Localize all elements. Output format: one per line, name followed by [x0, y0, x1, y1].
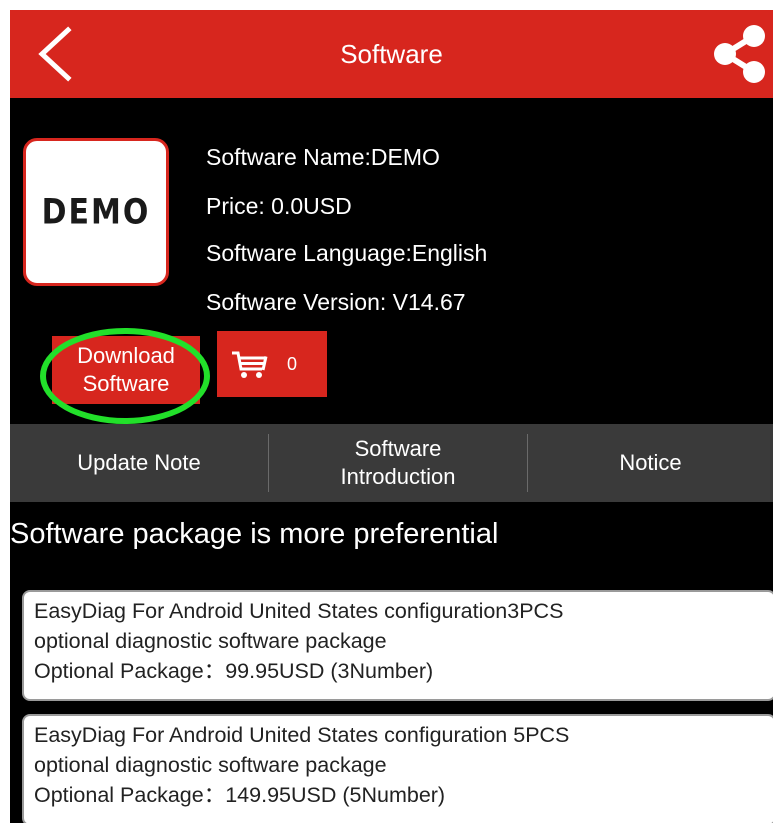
- tab-software-introduction[interactable]: Software Introduction: [269, 424, 527, 502]
- tab-update-note[interactable]: Update Note: [10, 424, 268, 502]
- software-name: Software Name:DEMO: [206, 144, 440, 170]
- back-button[interactable]: [32, 24, 80, 84]
- app-bar: Software: [10, 10, 773, 98]
- software-logo-text: DEMO: [41, 191, 151, 233]
- download-button-label-line1: Download: [77, 343, 175, 368]
- package-card[interactable]: EasyDiag For Android United States confi…: [22, 590, 773, 701]
- package-name-line2: optional diagnostic software package: [34, 629, 387, 653]
- cart-count: 0: [287, 354, 298, 374]
- software-language: Software Language:English: [206, 240, 488, 266]
- packages-heading: Software package is more preferential: [10, 518, 499, 550]
- cart-icon: [232, 351, 268, 378]
- tab-notice[interactable]: Notice: [528, 424, 773, 502]
- software-detail-screen: Software DEMO Software Name:DEMO Price: …: [10, 10, 773, 823]
- package-name-line1: EasyDiag For Android United States confi…: [34, 599, 564, 623]
- page-title: Software: [340, 39, 443, 69]
- software-price: Price: 0.0USD: [206, 193, 352, 219]
- package-price: Optional Package：149.95USD (5Number): [34, 783, 446, 807]
- tab-notice-label: Notice: [619, 450, 682, 475]
- package-name-line2: optional diagnostic software package: [34, 753, 387, 777]
- tab-software-introduction-label-line2: Introduction: [340, 464, 456, 489]
- chevron-left-icon: [38, 26, 72, 82]
- tab-software-introduction-label-line1: Software: [354, 436, 442, 461]
- software-logo: DEMO: [23, 138, 169, 286]
- package-card[interactable]: EasyDiag For Android United States confi…: [22, 714, 773, 823]
- download-button-label-line2: Software: [82, 371, 170, 396]
- tab-bar: Update Note Software Introduction Notice: [10, 424, 773, 502]
- tab-update-note-label: Update Note: [77, 450, 201, 475]
- share-button[interactable]: [710, 24, 770, 84]
- software-version: Software Version: V14.67: [206, 289, 466, 315]
- share-icon: [714, 25, 765, 83]
- download-software-button[interactable]: Download Software: [52, 336, 200, 404]
- package-price: Optional Package：99.95USD (3Number): [34, 659, 434, 683]
- cart-button[interactable]: 0: [217, 331, 327, 397]
- package-name-line1: EasyDiag For Android United States confi…: [34, 723, 570, 747]
